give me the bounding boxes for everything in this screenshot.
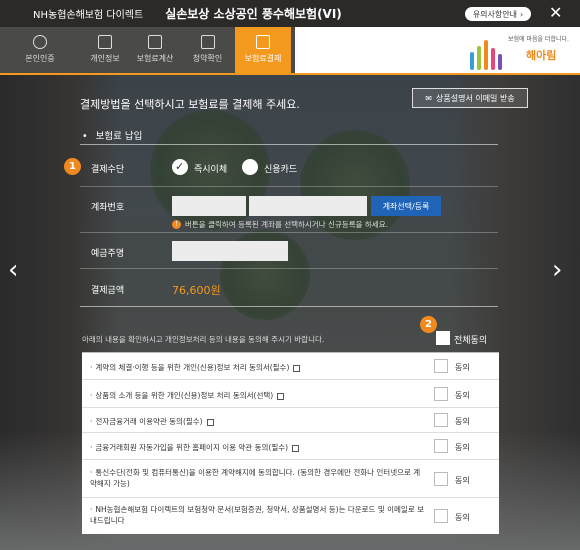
warning-icon: ! [172, 220, 181, 229]
edit-icon [98, 35, 112, 49]
logo-name: 해아림 [526, 49, 557, 62]
prev-arrow-icon[interactable]: ‹ [8, 255, 26, 285]
amount-label: 결제금액 [91, 286, 125, 296]
next-arrow-icon[interactable]: › [552, 255, 570, 285]
method-label: 결제수단 [91, 165, 125, 175]
popup-link-icon[interactable] [206, 418, 214, 426]
tab-premium-calc[interactable]: 보험료계산 [130, 27, 180, 73]
consent-row: NH농협손해보험 다이렉트의 보험청약 문서(보험증권, 청약서, 상품설명서 … [82, 498, 499, 534]
account-input-2[interactable] [249, 196, 367, 216]
consent-row: 금융거래회원 자동가입을 위한 홈페이지 이용 약관 동의(필수) 동의 [82, 433, 499, 460]
consent-checkbox[interactable] [434, 359, 448, 373]
logo-slogan: 보험에 마음을 더합니다. [508, 36, 569, 43]
tab-payment[interactable]: 보험료결제 [235, 27, 291, 73]
consent-checkbox[interactable] [434, 439, 448, 453]
amount-value: 76,600원 [172, 284, 221, 297]
page-headline: 결제방법을 선택하시고 보험료를 결제해 주세요. [80, 98, 300, 111]
divider [80, 268, 498, 269]
tab-label: 개인정보 [90, 54, 120, 63]
agree-all-label[interactable]: 전체동의 [454, 333, 487, 346]
radio-transfer[interactable]: ✓ [172, 159, 188, 175]
notice-label: 유의사항안내 [472, 9, 517, 19]
consent-intro: 아래의 내용을 확인하시고 개인정보처리 등의 내용을 동의해 주시기 바랍니다… [82, 335, 325, 344]
section-title: 보험료 납입 [82, 128, 143, 142]
logo-mark [468, 32, 508, 70]
consent-text: 금융거래회원 자동가입을 위한 홈페이지 이용 약관 동의(필수) [90, 442, 425, 453]
card-payment-icon [256, 35, 270, 49]
agree-label: 동의 [455, 391, 470, 400]
consent-row: 전자금융거래 이용약관 동의(필수) 동의 [82, 408, 499, 433]
consent-checkbox[interactable] [434, 413, 448, 427]
tab-label: 청약확인 [192, 54, 223, 63]
email-document-button[interactable]: ✉ 상품설명서 이메일 받송 [412, 88, 528, 108]
account-label: 계좌번호 [91, 203, 125, 213]
account-hint: ! 버튼을 클릭하여 등록된 계좌를 선택하시거나 신규등록을 하세요. [172, 219, 388, 230]
agree-label: 동의 [455, 363, 470, 372]
consent-row: 계약의 체결·이행 등을 위한 개인(신용)정보 처리 동의서(필수) 동의 [82, 353, 499, 380]
holder-label: 예금주명 [91, 249, 125, 259]
payment-window: NH농협손해보험 다이렉트 실손보상 소상공인 풍수해보험(VI) 유의사항안내… [0, 0, 580, 550]
radio-card[interactable] [242, 159, 258, 175]
consent-checkbox[interactable] [434, 509, 448, 523]
popup-link-icon[interactable] [277, 392, 285, 400]
tab-subscription-confirm[interactable]: 청약확인 [180, 27, 235, 73]
check-icon: ✓ [175, 160, 185, 173]
divider [80, 306, 498, 307]
holder-input[interactable] [172, 241, 288, 261]
close-icon[interactable]: ✕ [549, 5, 563, 21]
divider [80, 232, 498, 233]
radio-card-label[interactable]: 신용카드 [264, 162, 297, 175]
consent-text: 계약의 체결·이행 등을 위한 개인(신용)정보 처리 동의서(필수) [90, 362, 425, 373]
step-badge: 1 [64, 158, 81, 175]
product-title: 실손보상 소상공인 풍수해보험(VI) [165, 7, 342, 21]
agree-label: 동의 [455, 443, 470, 452]
email-button-label: 상품설명서 이메일 받송 [436, 93, 515, 103]
tab-identity[interactable]: 본인인증 [0, 27, 80, 73]
popup-link-icon[interactable] [292, 444, 300, 452]
calculator-icon [148, 35, 162, 49]
chevron-right-icon: › [519, 9, 524, 19]
tab-label: 보험료결제 [244, 54, 282, 63]
divider [80, 144, 498, 145]
notice-button[interactable]: 유의사항안내 › [465, 7, 531, 21]
agree-all-checkbox[interactable] [436, 331, 450, 345]
mail-icon: ✉ [425, 93, 432, 103]
account-input-1[interactable] [172, 196, 246, 216]
agree-label: 동의 [455, 513, 470, 522]
tab-label: 본인인증 [25, 54, 55, 63]
checkbox-icon [200, 35, 215, 49]
consent-row: 통신수단(전화 및 컴퓨터통신)을 이용한 계약해지에 동의합니다. (동의한 … [82, 460, 499, 498]
step-badge: 2 [420, 316, 437, 333]
radio-transfer-label[interactable]: 즉시이체 [194, 162, 227, 175]
brand-name: NH농협손해보험 다이렉트 [33, 10, 144, 21]
consent-checkbox[interactable] [434, 387, 448, 401]
divider [80, 186, 498, 187]
nav-underline [0, 73, 580, 75]
account-hint-text: 버튼을 클릭하여 등록된 계좌를 선택하시거나 신규등록을 하세요. [185, 220, 388, 229]
popup-link-icon[interactable] [293, 364, 301, 372]
user-circle-icon [33, 35, 47, 49]
tab-personal-info[interactable]: 개인정보 [80, 27, 130, 73]
consent-text: NH농협손해보험 다이렉트의 보험청약 문서(보험증권, 청약서, 상품설명서 … [90, 504, 425, 526]
consent-text: 통신수단(전화 및 컴퓨터통신)을 이용한 계약해지에 동의합니다. (동의한 … [90, 467, 425, 489]
consent-text: 상품의 소개 등을 위한 개인(신용)정보 처리 동의서(선택) [90, 390, 425, 401]
agree-label: 동의 [455, 417, 470, 426]
consent-checkbox[interactable] [434, 472, 448, 486]
brand-logo: 보험에 마음을 더합니다. 해아림 [468, 30, 569, 70]
account-select-button[interactable]: 계좌선택/등록 [371, 196, 441, 216]
consent-table: 계약의 체결·이행 등을 위한 개인(신용)정보 처리 동의서(필수) 동의 상… [82, 352, 499, 534]
tab-label: 보험료계산 [136, 54, 174, 63]
consent-text: 전자금융거래 이용약관 동의(필수) [90, 416, 425, 427]
agree-label: 동의 [455, 476, 470, 485]
consent-row: 상품의 소개 등을 위한 개인(신용)정보 처리 동의서(선택) 동의 [82, 380, 499, 408]
